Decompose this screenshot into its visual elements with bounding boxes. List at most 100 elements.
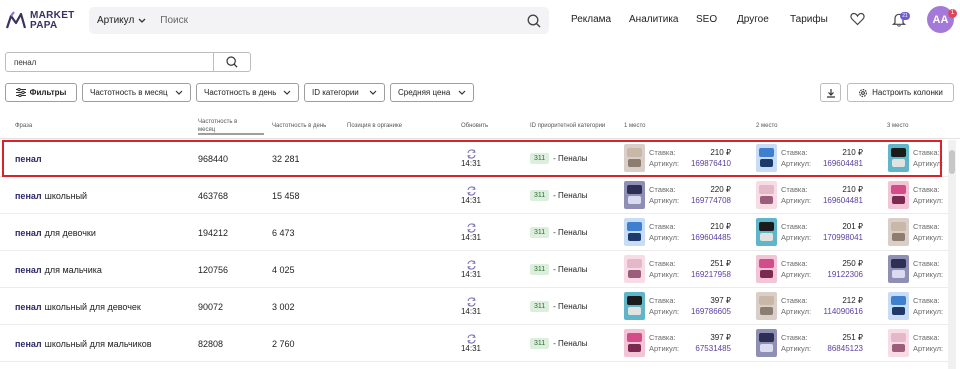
product-thumbnail[interactable] bbox=[888, 181, 909, 209]
product-thumbnail[interactable] bbox=[756, 292, 777, 320]
col-place-3[interactable]: 3 место bbox=[887, 112, 927, 139]
refresh-cell[interactable]: 14:31 bbox=[461, 177, 481, 214]
table-row[interactable]: пенал школьный для мальчиков 82808 2 760 14:… bbox=[0, 325, 948, 362]
place-1-cell: Ставка: Артикул: 220 ₽169774708 bbox=[624, 177, 736, 214]
phrase-keyword[interactable]: пенал bbox=[15, 154, 42, 164]
article-link[interactable]: 114090616 bbox=[818, 306, 863, 317]
refresh-cell[interactable]: 14:31 bbox=[461, 251, 481, 288]
product-thumbnail[interactable] bbox=[888, 292, 909, 320]
filter-freq-month[interactable]: Частотность в месяц bbox=[82, 83, 191, 102]
refresh-cell[interactable]: 14:31 bbox=[461, 288, 481, 325]
article-link[interactable]: 169774708 bbox=[686, 195, 731, 206]
filter-freq-day[interactable]: Частотность в день bbox=[196, 83, 299, 102]
scrollbar-track[interactable] bbox=[948, 140, 956, 369]
phrase-keyword[interactable]: пенал bbox=[15, 265, 42, 275]
article-link[interactable]: 170998041 bbox=[818, 232, 863, 243]
table-row[interactable]: пенал для мальчика 120756 4 025 14:31 311- Пе… bbox=[0, 251, 948, 288]
refresh-icon[interactable] bbox=[466, 260, 477, 270]
phrase-cell[interactable]: пенал bbox=[15, 140, 45, 177]
article-link[interactable]: 169786605 bbox=[686, 306, 731, 317]
col-place-2[interactable]: 2 место bbox=[756, 112, 796, 139]
search-type-select[interactable]: Артикул bbox=[89, 7, 154, 34]
download-button[interactable] bbox=[820, 83, 841, 102]
global-search: Артикул bbox=[89, 7, 549, 34]
gear-icon bbox=[859, 88, 868, 97]
product-thumbnail[interactable] bbox=[624, 255, 645, 283]
col-refresh[interactable]: Обновить bbox=[461, 112, 506, 139]
configure-columns-button[interactable]: Настроить колонки bbox=[847, 83, 954, 102]
refresh-icon[interactable] bbox=[466, 186, 477, 196]
article-link[interactable]: 169217958 bbox=[686, 269, 731, 280]
nav-item-seo[interactable]: SEO bbox=[696, 14, 737, 25]
refresh-icon[interactable] bbox=[466, 223, 477, 233]
refresh-cell[interactable]: 14:31 bbox=[461, 325, 481, 362]
article-label: Артикул: bbox=[913, 196, 944, 205]
search-input[interactable] bbox=[154, 7, 519, 34]
article-link[interactable]: 67531485 bbox=[686, 343, 731, 354]
nav-item-analitika[interactable]: Аналитика bbox=[629, 14, 696, 25]
query-search-button[interactable] bbox=[214, 53, 250, 71]
article-link[interactable]: 86845123 bbox=[818, 343, 863, 354]
product-thumbnail[interactable] bbox=[624, 218, 645, 246]
phrase-cell[interactable]: пенал школьный для мальчиков bbox=[15, 325, 152, 362]
filter-category-id[interactable]: ID категории bbox=[304, 83, 385, 102]
product-thumbnail[interactable] bbox=[888, 255, 909, 283]
article-link[interactable]: 169604485 bbox=[686, 232, 731, 243]
heart-icon[interactable] bbox=[850, 12, 865, 26]
article-link[interactable]: 169876410 bbox=[686, 158, 731, 169]
refresh-icon[interactable] bbox=[466, 149, 477, 159]
product-thumbnail[interactable] bbox=[624, 181, 645, 209]
article-link[interactable]: 19122306 bbox=[818, 269, 863, 280]
article-link[interactable]: 169604481 bbox=[818, 195, 863, 206]
bid-label: Ставка: bbox=[649, 259, 676, 268]
col-place-1[interactable]: 1 место bbox=[624, 112, 664, 139]
phrase-cell[interactable]: пенал для девочки bbox=[15, 214, 96, 251]
product-thumbnail[interactable] bbox=[624, 292, 645, 320]
phrase-cell[interactable]: пенал школьный bbox=[15, 177, 87, 214]
table-row[interactable]: пенал школьный 463768 15 458 14:31 311- Пенал… bbox=[0, 177, 948, 214]
col-position[interactable]: Позиция в органике bbox=[347, 112, 437, 139]
sliders-icon bbox=[15, 88, 26, 97]
product-thumbnail[interactable] bbox=[888, 218, 909, 246]
refresh-icon[interactable] bbox=[466, 334, 477, 344]
refresh-icon[interactable] bbox=[466, 297, 477, 307]
product-thumbnail[interactable] bbox=[756, 255, 777, 283]
product-thumbnail[interactable] bbox=[756, 144, 777, 172]
phrase-keyword[interactable]: пенал bbox=[15, 302, 42, 312]
avatar-badge: 1 bbox=[948, 9, 957, 18]
col-freq-day[interactable]: Частотность в день bbox=[272, 112, 327, 139]
refresh-cell[interactable]: 14:31 bbox=[461, 214, 481, 251]
phrase-cell[interactable]: пенал школьный для девочек bbox=[15, 288, 141, 325]
phrase-keyword[interactable]: пенал bbox=[15, 191, 42, 201]
product-thumbnail[interactable] bbox=[888, 329, 909, 357]
table-row[interactable]: пенал для девочки 194212 6 473 14:31 311- Пен… bbox=[0, 214, 948, 251]
nav-item-tariffs[interactable]: Тарифы bbox=[790, 14, 830, 25]
nav-item-other[interactable]: Другое bbox=[737, 14, 790, 25]
product-thumbnail[interactable] bbox=[624, 329, 645, 357]
col-category[interactable]: ID приоритетной категории bbox=[530, 112, 610, 139]
scrollbar-thumb[interactable] bbox=[949, 150, 955, 174]
article-link[interactable]: 169604481 bbox=[818, 158, 863, 169]
nav-item-reklama[interactable]: Реклама bbox=[571, 14, 629, 25]
filters-button[interactable]: Фильтры bbox=[5, 83, 77, 102]
phrase-query-field[interactable]: пенал bbox=[5, 52, 251, 72]
col-phrase[interactable]: Фраза bbox=[15, 112, 75, 139]
table-row[interactable]: пенал школьный для девочек 90072 3 002 14:31… bbox=[0, 288, 948, 325]
slot-labels: Ставка: Артикул: bbox=[913, 258, 943, 280]
product-image bbox=[756, 218, 777, 246]
product-thumbnail[interactable] bbox=[756, 181, 777, 209]
product-thumbnail[interactable] bbox=[888, 144, 909, 172]
refresh-cell[interactable]: 14:31 bbox=[461, 140, 481, 177]
product-thumbnail[interactable] bbox=[624, 144, 645, 172]
filter-avg-price[interactable]: Средняя цена bbox=[390, 83, 474, 102]
phrase-rest: школьный bbox=[44, 190, 88, 201]
product-thumbnail[interactable] bbox=[756, 329, 777, 357]
phrase-keyword[interactable]: пенал bbox=[15, 339, 42, 349]
place-3-cell: Ставка: Артикул: bbox=[888, 140, 948, 177]
table-row[interactable]: пенал 968440 32 281 14:31 311- Пеналы Ставка:… bbox=[0, 140, 948, 177]
product-thumbnail[interactable] bbox=[756, 218, 777, 246]
phrase-keyword[interactable]: пенал bbox=[15, 228, 42, 238]
phrase-cell[interactable]: пенал для мальчика bbox=[15, 251, 102, 288]
search-button[interactable] bbox=[519, 7, 549, 34]
brand-logo[interactable]: MARKET PAPA bbox=[5, 8, 75, 34]
